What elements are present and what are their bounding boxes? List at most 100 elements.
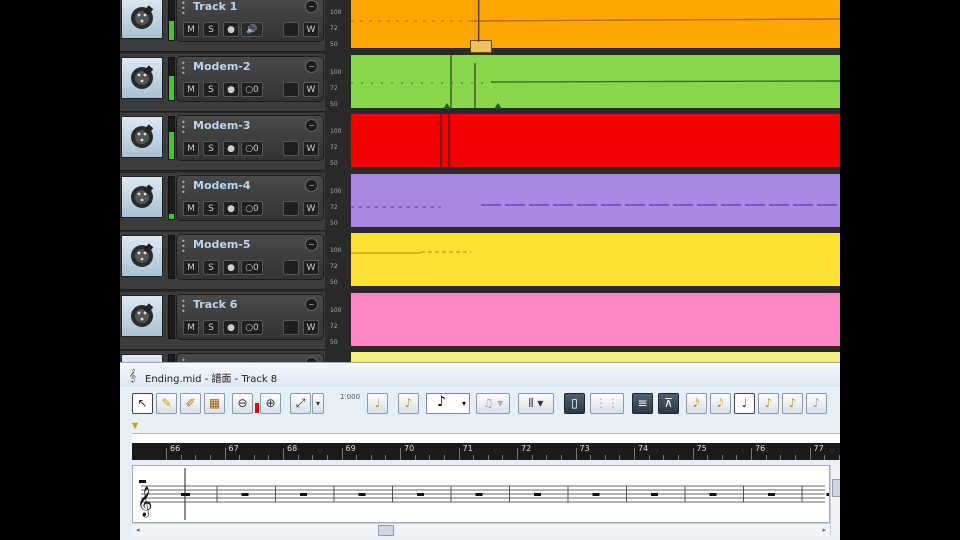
track-lane[interactable] — [351, 114, 840, 167]
track-menu-icon[interactable]: ••• — [181, 238, 186, 256]
paint-tool-icon[interactable]: ▦ — [204, 393, 225, 414]
solo-button[interactable]: S — [203, 141, 219, 156]
note-value-select[interactable]: ♪ ▾ — [426, 393, 470, 414]
zoom-out-icon[interactable]: ⊖ — [232, 393, 253, 414]
track-lane[interactable] — [351, 54, 840, 108]
note-type-quarter-icon[interactable]: ♩ — [734, 393, 755, 414]
record-arm-button[interactable]: ● — [223, 200, 239, 216]
volume-button[interactable]: ○0 — [241, 141, 263, 156]
track-lane[interactable] — [351, 173, 840, 227]
track-close-icon[interactable]: − — [305, 178, 318, 192]
measure-ruler[interactable]: 66 67 68 69 70 71 72 73 74 75 76 77 — [132, 443, 840, 460]
mute-button[interactable]: M — [183, 81, 199, 97]
note-type-16th-icon[interactable]: 𝅘𝅥𝅯 — [686, 393, 707, 414]
record-arm-button[interactable]: ● — [223, 141, 239, 156]
solo-button[interactable]: S — [203, 260, 219, 275]
record-arm-button[interactable]: ● — [223, 260, 239, 275]
record-arm-button[interactable]: ● — [223, 319, 239, 335]
note-type-whole-icon[interactable]: ♪ — [782, 393, 803, 414]
track-menu-icon[interactable]: ••• — [181, 119, 186, 137]
track-close-icon[interactable]: − — [305, 297, 318, 311]
measure-icon[interactable]: ⊼ — [658, 393, 679, 414]
scroll-left-icon[interactable]: ◂ — [136, 526, 140, 534]
track-close-icon[interactable]: − — [305, 238, 318, 251]
mute-button[interactable]: M — [183, 200, 199, 216]
mute-button[interactable]: M — [183, 22, 199, 37]
record-arm-button[interactable]: ● — [223, 81, 239, 97]
track-name[interactable]: Track 1 — [193, 0, 237, 13]
layout-icon[interactable]: ▯ — [564, 393, 585, 414]
scroll-right-icon[interactable]: ▸ — [822, 526, 826, 534]
mute-button[interactable]: M — [183, 319, 199, 335]
split-icon[interactable]: ⋮⋮ — [590, 393, 624, 414]
volume-button[interactable]: ○0 — [241, 260, 263, 275]
editor-title-bar[interactable]: 𝄞 Ending.mid - 譜面 - Track 8 — [120, 363, 840, 387]
notes-icon[interactable]: ≡ — [632, 393, 653, 414]
track-header[interactable]: • • • Modem-5 − M S ● ○0 W — [120, 232, 325, 290]
track-name[interactable]: Modem-3 — [193, 119, 251, 132]
dropdown-icon[interactable]: ▾ — [312, 393, 324, 414]
mute-button[interactable]: M — [183, 260, 199, 275]
volume-button[interactable]: ○0 — [241, 319, 263, 335]
draw-tool-icon[interactable]: ✎ — [156, 393, 177, 414]
snap-tool-icon[interactable]: ⤢ — [290, 393, 311, 414]
note-insert-icon[interactable]: ♪ — [398, 393, 419, 414]
monitor-button[interactable] — [283, 260, 299, 275]
track-menu-icon[interactable]: ••• — [181, 297, 186, 315]
solo-button[interactable]: S — [203, 319, 219, 335]
write-button[interactable]: W — [303, 260, 319, 275]
mute-button[interactable]: M — [183, 141, 199, 156]
vertical-scrollbar-thumb[interactable] — [832, 479, 840, 497]
solo-button[interactable]: S — [203, 200, 219, 216]
track-menu-icon[interactable]: ••• — [181, 0, 186, 18]
track-close-icon[interactable]: − — [305, 59, 318, 73]
track-lane[interactable] — [351, 292, 840, 346]
track-menu-icon[interactable]: ••• — [181, 178, 186, 196]
erase-tool-icon[interactable]: ✐ — [180, 393, 201, 414]
track-lane[interactable] — [351, 0, 840, 48]
track-lane[interactable] — [351, 233, 840, 286]
track-close-icon[interactable]: − — [305, 119, 318, 132]
track-name[interactable]: Modem-5 — [193, 238, 251, 251]
playhead-marker[interactable] — [470, 40, 492, 53]
solo-button[interactable]: S — [203, 81, 219, 97]
track-header[interactable]: • • • Modem-4 − M S ● ○0 W — [120, 172, 325, 231]
note-add-icon[interactable]: ♩ — [367, 393, 388, 414]
monitor-button[interactable] — [283, 81, 299, 97]
track-header[interactable]: • • • Modem-2 − M S ● ○0 W — [120, 53, 325, 112]
monitor-button[interactable] — [283, 319, 299, 335]
monitor-button[interactable] — [283, 22, 299, 37]
zoom-in-icon[interactable]: ⊕ — [260, 393, 281, 414]
track-header[interactable]: • • • Track 1 − M S ● 🔊 W — [120, 0, 325, 52]
monitor-button[interactable] — [283, 200, 299, 216]
beam-select[interactable]: ⫴ ▾ — [518, 393, 554, 414]
volume-button[interactable]: 🔊 — [241, 22, 263, 37]
write-button[interactable]: W — [303, 81, 319, 97]
solo-button[interactable]: S — [203, 22, 219, 37]
select-tool-icon[interactable]: ↖ — [132, 393, 153, 414]
note-type-dotted-icon[interactable]: ♪ — [806, 393, 827, 414]
horizontal-scrollbar[interactable]: ◂ ▸ — [132, 523, 830, 536]
track-name[interactable]: Track 6 — [193, 298, 237, 311]
track-name[interactable]: Modem-4 — [193, 179, 251, 192]
monitor-button[interactable] — [283, 141, 299, 156]
volume-button[interactable]: ○0 — [241, 81, 263, 97]
volume-button[interactable]: ○0 — [241, 200, 263, 216]
note-type-8th-icon[interactable]: 𝅘𝅥𝅮 — [710, 393, 731, 414]
vertical-scrollbar[interactable] — [830, 465, 840, 535]
write-button[interactable]: W — [303, 319, 319, 335]
track-name[interactable]: Modem-2 — [193, 60, 251, 73]
record-arm-button[interactable]: ● — [223, 22, 239, 37]
write-button[interactable]: W — [303, 22, 319, 37]
staff-view[interactable]: 𝄞 — [132, 465, 834, 523]
event-marker-icon[interactable] — [494, 103, 502, 109]
track-menu-icon[interactable]: ••• — [181, 59, 186, 77]
track-close-icon[interactable]: − — [305, 0, 318, 13]
tuplet-select[interactable]: ♫ ▾ — [476, 393, 510, 414]
write-button[interactable]: W — [303, 141, 319, 156]
event-marker-icon[interactable] — [443, 103, 451, 109]
write-button[interactable]: W — [303, 200, 319, 216]
track-header[interactable]: • • • Track 6 − M S ● ○0 W — [120, 291, 325, 350]
note-type-half-icon[interactable]: ♪ — [758, 393, 779, 414]
track-header[interactable]: • • • Modem-3 − M S ● ○0 W — [120, 113, 325, 171]
